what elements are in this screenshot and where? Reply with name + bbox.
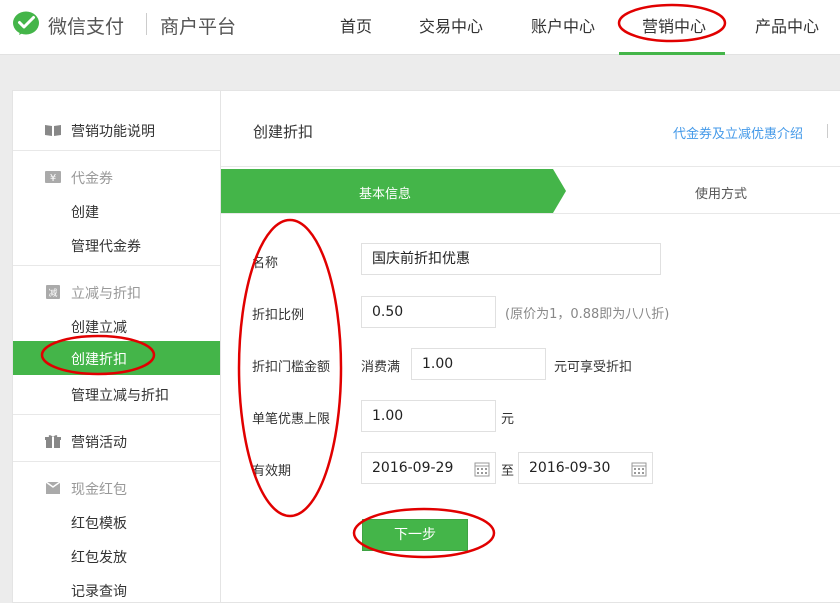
sidebar-group-redpacket: 现金红包	[13, 473, 221, 503]
date-range-separator: 至	[501, 464, 515, 479]
end-date-input[interactable]: 2016-09-30	[518, 452, 653, 484]
nav-product-center[interactable]: 产品中心	[755, 13, 819, 37]
threshold-label: 折扣门槛金额	[252, 360, 331, 375]
sidebar-divider	[13, 150, 221, 151]
threshold-prefix: 消费满	[361, 360, 401, 375]
nav-marketing-center[interactable]: 营销中心	[642, 13, 706, 37]
header-divider	[221, 166, 840, 167]
name-input[interactable]: 国庆前折扣优惠	[361, 243, 661, 275]
sidebar-item-create-reduction[interactable]: 创建立减	[71, 317, 127, 337]
ratio-input[interactable]: 0.50	[361, 296, 496, 328]
brand-name: 微信支付	[48, 16, 125, 38]
top-header: 微信支付 商户平台 首页 交易中心 账户中心 营销中心 产品中心	[0, 0, 840, 55]
next-step-button[interactable]: 下一步	[362, 519, 468, 551]
sidebar: 营销功能说明 ¥ 代金券 创建 管理代金券 减 立减与折扣 创建立减 创建折扣 …	[12, 90, 221, 603]
step-indicator: 基本信息 使用方式	[221, 169, 840, 213]
calendar-icon[interactable]	[474, 461, 490, 477]
sidebar-group-label: 立减与折扣	[71, 286, 141, 302]
ratio-hint: (原价为1，0.88即为八八折)	[505, 307, 670, 322]
end-date-value: 2016-09-30	[529, 460, 611, 476]
sidebar-item-intro[interactable]: 营销功能说明	[13, 115, 221, 145]
svg-text:减: 减	[48, 287, 57, 299]
page-title: 创建折扣	[253, 123, 314, 141]
nav-home[interactable]: 首页	[340, 13, 372, 37]
sidebar-group-label: 代金券	[71, 171, 113, 187]
cap-input[interactable]: 1.00	[361, 400, 496, 432]
cap-label: 单笔优惠上限	[252, 412, 331, 427]
sidebar-group-label: 现金红包	[71, 482, 127, 498]
link-divider	[827, 124, 828, 138]
sidebar-item-create-voucher[interactable]: 创建	[71, 202, 99, 222]
threshold-input[interactable]: 1.00	[411, 348, 546, 380]
svg-text:¥: ¥	[50, 173, 56, 184]
sidebar-item-redpacket-template[interactable]: 红包模板	[71, 513, 127, 533]
sidebar-item-activity[interactable]: 营销活动	[13, 426, 221, 456]
sidebar-item-label: 营销活动	[71, 435, 127, 451]
step-basic-info: 基本信息	[359, 187, 412, 202]
sidebar-item-label: 创建折扣	[71, 352, 127, 368]
sidebar-divider	[13, 461, 221, 462]
book-icon	[45, 125, 61, 136]
wechat-pay-logo-icon	[13, 11, 39, 35]
red-packet-icon	[45, 481, 61, 494]
start-date-input[interactable]: 2016-09-29	[361, 452, 496, 484]
sidebar-item-records[interactable]: 记录查询	[71, 581, 127, 601]
sidebar-item-redpacket-send[interactable]: 红包发放	[71, 547, 127, 567]
sidebar-divider	[13, 265, 221, 266]
nav-account-center[interactable]: 账户中心	[531, 13, 595, 37]
sidebar-item-manage-voucher[interactable]: 管理代金券	[71, 236, 141, 256]
calendar-icon[interactable]	[631, 461, 647, 477]
ratio-label: 折扣比例	[252, 308, 305, 323]
name-label: 名称	[252, 256, 279, 271]
sidebar-group-voucher: ¥ 代金券	[13, 162, 221, 192]
main-panel: 创建折扣 代金券及立减优惠介绍 基本信息 使用方式 名称 国庆前折扣优惠 折扣比…	[220, 90, 840, 603]
platform-name: 商户平台	[160, 16, 237, 38]
yen-icon: ¥	[45, 171, 61, 184]
nav-trade-center[interactable]: 交易中心	[419, 13, 483, 37]
voucher-intro-link[interactable]: 代金券及立减优惠介绍	[673, 123, 803, 142]
validity-label: 有效期	[252, 464, 292, 479]
sidebar-divider	[13, 414, 221, 415]
threshold-suffix: 元可享受折扣	[554, 360, 633, 375]
step-usage: 使用方式	[695, 187, 748, 202]
brand-divider	[146, 13, 147, 35]
nav-active-indicator	[619, 52, 725, 55]
start-date-value: 2016-09-29	[372, 460, 454, 476]
gift-icon	[45, 435, 61, 448]
reduce-icon: 减	[46, 285, 60, 299]
cap-unit: 元	[501, 412, 515, 427]
sidebar-item-create-discount[interactable]: 创建折扣	[13, 341, 221, 375]
sidebar-item-label: 营销功能说明	[71, 124, 155, 140]
sidebar-item-manage-discount[interactable]: 管理立减与折扣	[71, 385, 169, 405]
sidebar-group-discount: 减 立减与折扣	[13, 277, 221, 307]
steps-divider	[221, 213, 840, 214]
